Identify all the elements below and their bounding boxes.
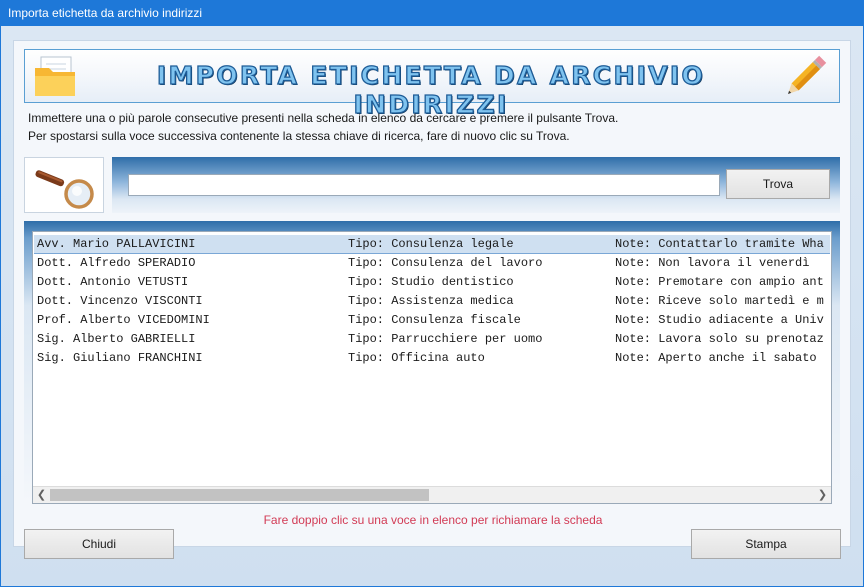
scroll-left-icon[interactable]: ❮	[33, 487, 50, 503]
item-name: Dott. Alfredo SPERADIO	[37, 256, 196, 270]
address-list[interactable]: Avv. Mario PALLAVICINI Tipo: Consulenza …	[32, 231, 832, 504]
list-item[interactable]: Prof. Alberto VICEDOMINI Tipo: Consulenz…	[34, 311, 830, 330]
horizontal-scrollbar[interactable]: ❮ ❯	[33, 486, 831, 503]
scroll-right-icon[interactable]: ❯	[814, 487, 831, 503]
item-tipo: Tipo: Assistenza medica	[348, 294, 514, 308]
item-tipo: Tipo: Officina auto	[348, 351, 485, 365]
double-click-hint: Fare doppio clic su una voce in elenco p…	[263, 513, 603, 527]
list-item[interactable]: Sig. Alberto GABRIELLI Tipo: Parrucchier…	[34, 330, 830, 349]
list-item[interactable]: Dott. Antonio VETUSTI Tipo: Studio denti…	[34, 273, 830, 292]
instruction-line-2: Per spostarsi sulla voce successiva cont…	[28, 129, 570, 143]
search-icon-box	[24, 157, 104, 213]
item-note: Note: Aperto anche il sabato	[615, 351, 817, 365]
item-tipo: Tipo: Consulenza fiscale	[348, 313, 521, 327]
item-name: Dott. Antonio VETUSTI	[37, 275, 189, 289]
item-name: Sig. Alberto GABRIELLI	[37, 332, 196, 346]
list-frame: Avv. Mario PALLAVICINI Tipo: Consulenza …	[24, 221, 840, 504]
list-item[interactable]: Avv. Mario PALLAVICINI Tipo: Consulenza …	[34, 235, 830, 254]
dialog-window: IMPORTA ETICHETTA DA ARCHIVIO INDIRIZZI …	[1, 26, 863, 586]
item-name: Sig. Giuliano FRANCHINI	[37, 351, 203, 365]
folder-icon	[35, 56, 75, 96]
item-name: Dott. Vincenzo VISCONTI	[37, 294, 203, 308]
search-input[interactable]	[128, 174, 720, 196]
pencil-icon	[788, 55, 827, 94]
item-note: Note: Lavora solo su prenotaz	[615, 332, 824, 346]
item-note: Note: Non lavora il venerdì	[615, 256, 810, 270]
list-item[interactable]: Dott. Vincenzo VISCONTI Tipo: Assistenza…	[34, 292, 830, 311]
item-tipo: Tipo: Consulenza del lavoro	[348, 256, 543, 270]
banner: IMPORTA ETICHETTA DA ARCHIVIO INDIRIZZI	[24, 49, 840, 120]
item-note: Note: Contattarlo tramite Wha	[615, 237, 824, 251]
scroll-thumb[interactable]	[50, 489, 429, 501]
instruction-line-1: Immettere una o più parole consecutive p…	[28, 111, 619, 125]
list-item[interactable]: Sig. Giuliano FRANCHINI Tipo: Officina a…	[34, 349, 830, 368]
search-bar: Trova	[112, 157, 840, 213]
list-item[interactable]: Dott. Alfredo SPERADIO Tipo: Consulenza …	[34, 254, 830, 273]
print-button[interactable]: Stampa	[691, 529, 841, 559]
item-note: Note: Premotare con ampio ant	[615, 275, 824, 289]
item-tipo: Tipo: Studio dentistico	[348, 275, 514, 289]
content-panel: IMPORTA ETICHETTA DA ARCHIVIO INDIRIZZI …	[13, 40, 851, 547]
magnifier-icon	[35, 170, 94, 209]
item-name: Prof. Alberto VICEDOMINI	[37, 313, 210, 327]
close-button[interactable]: Chiudi	[24, 529, 174, 559]
item-tipo: Tipo: Consulenza legale	[348, 237, 514, 251]
item-note: Note: Studio adiacente a Univ	[615, 313, 824, 327]
item-note: Note: Riceve solo martedì e m	[615, 294, 824, 308]
item-name: Avv. Mario PALLAVICINI	[37, 237, 196, 251]
find-button[interactable]: Trova	[726, 169, 830, 199]
item-tipo: Tipo: Parrucchiere per uomo	[348, 332, 543, 346]
window-title: Importa etichetta da archivio indirizzi	[0, 0, 864, 26]
